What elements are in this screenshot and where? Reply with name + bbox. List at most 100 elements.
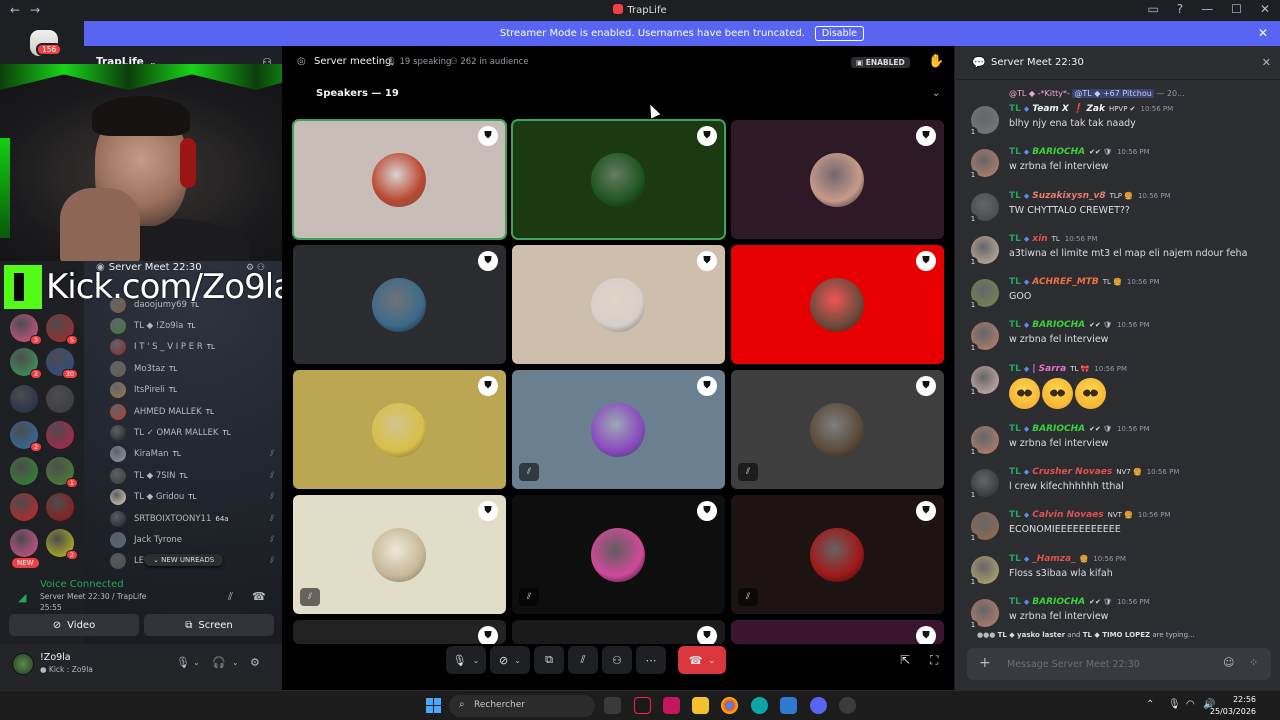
- message-author[interactable]: BARIOCHA: [1032, 424, 1085, 434]
- close-window-button[interactable]: ✕: [1260, 2, 1270, 16]
- tray-mic-icon[interactable]: 🎙: [1168, 699, 1181, 710]
- speaker-tile[interactable]: ⛊: [293, 620, 506, 644]
- message-author[interactable]: BARIOCHA: [1032, 147, 1085, 157]
- voice-member[interactable]: TL ◆ 7SIN TL ⫽: [110, 465, 280, 486]
- message-author[interactable]: _Hamza_: [1032, 554, 1075, 564]
- message-avatar[interactable]: 1: [968, 193, 999, 224]
- mic-options-chevron-icon[interactable]: ⌄: [193, 658, 200, 667]
- signal-icon[interactable]: ◢: [18, 591, 26, 604]
- server-icon[interactable]: 30: [46, 348, 78, 379]
- server-icon[interactable]: 3: [10, 314, 42, 345]
- user-name[interactable]: !Zo9la: [40, 652, 71, 663]
- windows-start-icon[interactable]: [426, 698, 441, 713]
- noise-suppression-icon[interactable]: ⫽: [228, 590, 233, 604]
- speaker-tile[interactable]: ⛊: [512, 620, 725, 644]
- speaker-tile[interactable]: ⛊: [293, 245, 506, 364]
- video-button[interactable]: ⊘ Video: [9, 614, 139, 636]
- voice-member[interactable]: I T ' S _ V I P E R TL: [110, 337, 280, 358]
- new-servers-pill[interactable]: NEW: [12, 558, 39, 568]
- new-unreads-pill[interactable]: ⌄ NEW UNREADS: [144, 554, 224, 566]
- attach-plus-icon[interactable]: +: [979, 655, 991, 671]
- reply-preview[interactable]: @TL ◆ -*Kitty*- @TL ◆ +67 Pitchou — 20..…: [1009, 89, 1185, 98]
- emoji-icon[interactable]: ☺: [1223, 656, 1234, 669]
- voice-connected-status[interactable]: Voice Connected: [40, 579, 124, 590]
- message-author[interactable]: Calvin Novaes: [1032, 510, 1103, 520]
- speaker-tile[interactable]: ⛊: [511, 119, 726, 240]
- message-avatar[interactable]: 1: [968, 512, 999, 543]
- edge-icon[interactable]: [751, 697, 768, 714]
- speaker-tile[interactable]: ⛊: [731, 620, 944, 644]
- voice-member[interactable]: TL ◆ !Zo9la TL: [110, 315, 280, 336]
- message-author[interactable]: BARIOCHA: [1032, 320, 1085, 330]
- more-options-button[interactable]: ⋯: [636, 646, 666, 674]
- server-icon[interactable]: [46, 421, 74, 449]
- mute-button[interactable]: 🎙 ⌄: [446, 646, 486, 674]
- message-avatar[interactable]: 1: [968, 322, 999, 353]
- server-icon[interactable]: [10, 493, 38, 521]
- speaker-tile[interactable]: ⛊: [731, 120, 944, 239]
- move-to-audience-button[interactable]: ⫽: [568, 646, 598, 674]
- speaker-tile[interactable]: ⛊ ⫽: [512, 495, 725, 614]
- collapse-chevron-icon[interactable]: ⌄: [932, 88, 940, 99]
- pop-out-icon[interactable]: ⇱: [900, 653, 910, 667]
- server-icon[interactable]: 2: [10, 421, 42, 452]
- server-icon[interactable]: [10, 385, 38, 413]
- banner-close-icon[interactable]: ✕: [1258, 26, 1268, 40]
- tray-chevron-icon[interactable]: ⌃: [1146, 699, 1154, 710]
- speaker-tile[interactable]: ⛊ ⫽: [731, 370, 944, 489]
- server-icon[interactable]: 2: [46, 529, 78, 560]
- speaker-tile[interactable]: ⛊ ⫽: [512, 370, 725, 489]
- fullscreen-icon[interactable]: ⛶: [930, 653, 938, 668]
- inbox-icon[interactable]: ▭: [1147, 2, 1158, 16]
- speaker-tile[interactable]: ⛊ ⫽: [293, 495, 506, 614]
- remote-desktop-icon[interactable]: [780, 697, 797, 714]
- voice-member[interactable]: ItsPireli TL: [110, 380, 280, 401]
- message-input[interactable]: [1007, 655, 1207, 673]
- voice-member[interactable]: TL ◆ Gridou TL ⫽: [110, 487, 280, 508]
- obs-icon[interactable]: [839, 697, 856, 714]
- user-avatar[interactable]: [12, 653, 34, 675]
- speaker-tile[interactable]: ⛊: [512, 245, 725, 364]
- message-avatar[interactable]: 1: [968, 279, 999, 310]
- voice-member[interactable]: Mo3taz TL: [110, 358, 280, 379]
- server-icon[interactable]: [10, 529, 38, 557]
- message-avatar[interactable]: 1: [968, 426, 999, 457]
- speaker-tile[interactable]: ⛊ ⫽: [731, 495, 944, 614]
- chrome-icon[interactable]: [721, 697, 738, 714]
- voice-member[interactable]: AHMED MALLEK TL: [110, 401, 280, 422]
- message-author[interactable]: BARIOCHA: [1032, 597, 1085, 607]
- raise-hand-icon[interactable]: ✋: [928, 54, 944, 69]
- help-icon[interactable]: ?: [1177, 2, 1183, 16]
- speaker-tile[interactable]: ⛊: [731, 245, 944, 364]
- maximize-button[interactable]: ☐: [1231, 2, 1242, 16]
- message-author[interactable]: | Sarra: [1032, 364, 1066, 374]
- message-avatar[interactable]: 1: [968, 469, 999, 500]
- leave-call-button[interactable]: ☎ ⌄: [678, 646, 726, 674]
- voice-member[interactable]: KiraMan TL ⫽: [110, 444, 280, 465]
- speakers-section-header[interactable]: Speakers — 19: [316, 88, 399, 99]
- message-avatar[interactable]: 1: [968, 149, 999, 180]
- disable-streamer-mode-button[interactable]: Disable: [814, 26, 865, 41]
- microphone-icon[interactable]: 🎙: [176, 656, 190, 669]
- screen-share-button[interactable]: ⧉ Screen: [144, 614, 274, 636]
- discord-icon[interactable]: [810, 697, 827, 714]
- taskbar-search[interactable]: ⌕ Rechercher: [449, 695, 595, 717]
- server-icon[interactable]: 2: [10, 348, 42, 379]
- message-author[interactable]: Suzakixysn_v8: [1032, 191, 1105, 201]
- headset-options-chevron-icon[interactable]: ⌄: [232, 658, 239, 667]
- voice-member[interactable]: SRTBOIXTOONY11 64a ⫽: [110, 508, 280, 529]
- voice-member[interactable]: TL ✓ OMAR MALLEK TL: [110, 422, 280, 443]
- message-author[interactable]: xin: [1032, 234, 1047, 244]
- camera-button[interactable]: ⊘ ⌄: [490, 646, 530, 674]
- message-author[interactable]: Crusher Novaes: [1032, 467, 1112, 477]
- message-author[interactable]: ACHREF_MTB: [1032, 277, 1099, 287]
- close-chat-icon[interactable]: ✕: [1262, 56, 1271, 69]
- message-avatar[interactable]: 1: [968, 556, 999, 587]
- adobe-icon[interactable]: [663, 697, 680, 714]
- minimize-button[interactable]: —: [1201, 2, 1213, 16]
- message-avatar[interactable]: 1: [968, 599, 999, 630]
- message-author[interactable]: Team X ❗ Zak: [1032, 104, 1105, 114]
- server-icon[interactable]: [46, 493, 74, 521]
- server-icon[interactable]: [46, 385, 74, 413]
- headset-icon[interactable]: 🎧: [212, 656, 226, 669]
